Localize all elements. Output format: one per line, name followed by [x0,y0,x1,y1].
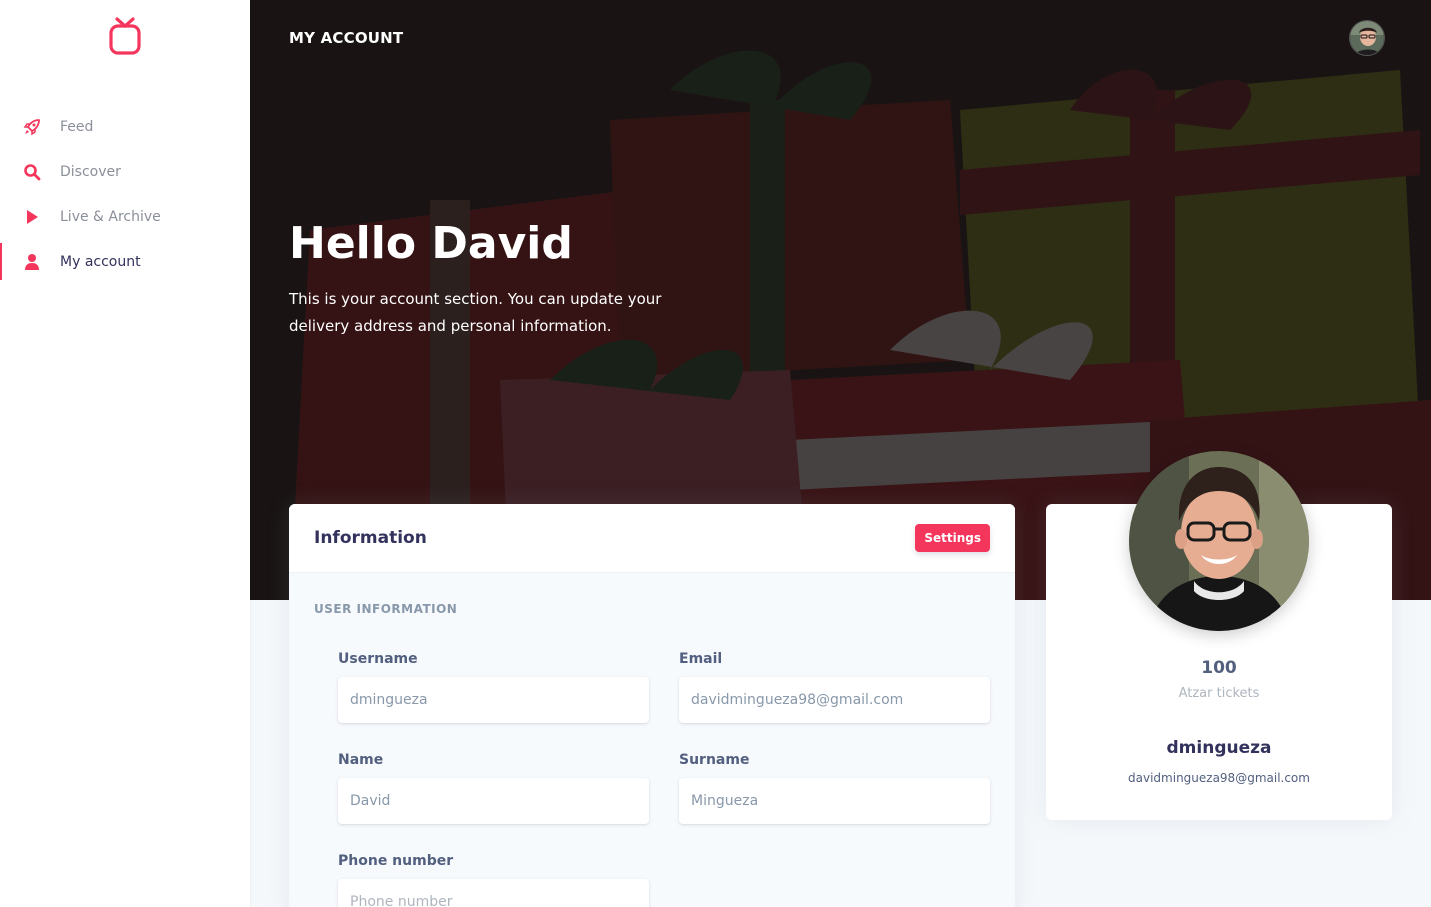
sidebar: Feed Discover Live & Archive My account [0,0,250,907]
tickets-count: 100 [1201,658,1237,678]
settings-button[interactable]: Settings [915,524,990,552]
hero-title: Hello David [289,218,573,269]
card-header: Information Settings [289,504,1015,573]
surname-input[interactable]: Mingueza [679,778,990,824]
sidebar-item-label: My account [60,253,141,270]
header-avatar[interactable] [1349,20,1385,56]
section-heading: USER INFORMATION [314,602,458,616]
sidebar-item-feed[interactable]: Feed [0,104,250,149]
name-input[interactable]: David [338,778,649,824]
surname-label: Surname [679,752,750,768]
sidebar-item-live-archive[interactable]: Live & Archive [0,194,250,239]
username-label: Username [338,651,418,667]
phone-input[interactable]: Phone number [338,879,649,907]
page-title: MY ACCOUNT [289,29,404,47]
name-label: Name [338,752,384,768]
hero-description: This is your account section. You can up… [289,290,662,335]
play-icon [22,207,42,227]
information-card: Information Settings USER INFORMATION Us… [289,504,1015,907]
surname-field-group: Surname Mingueza [679,752,990,824]
rocket-icon [22,117,42,137]
profile-username: dmingueza [1166,738,1272,758]
profile-photo-image [1129,451,1309,631]
sidebar-nav: Feed Discover Live & Archive My account [0,104,250,284]
username-input[interactable]: dmingueza [338,677,649,723]
email-input[interactable]: davidmingueza98@gmail.com [679,677,990,723]
card-title: Information [314,528,427,548]
sidebar-item-label: Feed [60,118,94,135]
username-field-group: Username dmingueza [338,651,649,723]
name-field-group: Name David [338,752,649,824]
sidebar-item-discover[interactable]: Discover [0,149,250,194]
user-icon [22,252,42,272]
gift-logo-icon[interactable] [108,16,142,56]
sidebar-item-my-account[interactable]: My account [0,239,250,284]
search-icon [22,162,42,182]
email-label: Email [679,651,723,667]
profile-avatar [1129,451,1309,631]
phone-label: Phone number [338,853,454,869]
sidebar-item-label: Live & Archive [60,208,161,225]
tickets-label: Atzar tickets [1178,686,1260,701]
phone-field-group: Phone number Phone number [338,853,649,907]
sidebar-item-label: Discover [60,163,121,180]
email-field-group: Email davidmingueza98@gmail.com [679,651,990,723]
profile-email: davidmingueza98@gmail.com [1128,771,1310,785]
